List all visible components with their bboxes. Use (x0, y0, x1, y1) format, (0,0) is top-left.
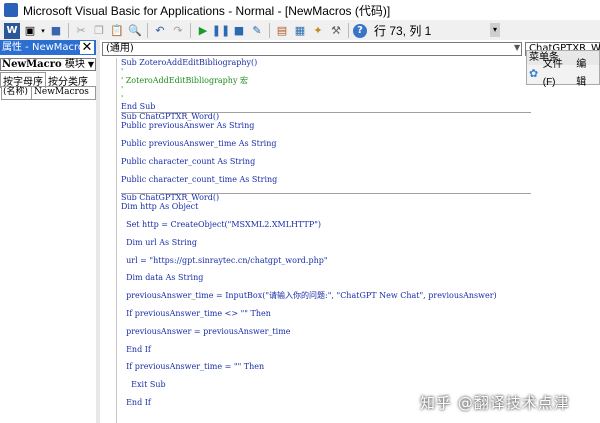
menu-item-file[interactable]: ✿ 文件(F) 编辑 (527, 59, 599, 88)
properties-tabs: 按字母序 按分类序 (0, 72, 96, 88)
code-line: ' (121, 93, 124, 103)
title-bar: Microsoft Visual Basic for Applications … (0, 0, 600, 20)
cut-icon[interactable]: ✂ (73, 23, 89, 39)
break-icon[interactable]: ❚❚ (212, 23, 230, 39)
undo-icon[interactable]: ↶ (152, 23, 168, 39)
object-combo[interactable]: (通用) (102, 42, 522, 56)
code-line: url = "https://gpt.sinraytec.cn/chatgpt_… (121, 255, 328, 265)
property-row[interactable]: (名称) NewMacros (1, 86, 96, 100)
code-line: Public character_count_time As String (121, 174, 278, 184)
insert-object-icon[interactable]: ▣ (22, 23, 38, 39)
find-icon[interactable]: 🔍 (127, 23, 143, 39)
code-line: Dim http As Object (121, 202, 199, 212)
code-line: Exit Sub (121, 380, 166, 390)
run-icon[interactable]: ▶ (195, 23, 211, 39)
paste-icon[interactable]: 📋 (109, 23, 125, 39)
toolbox-icon[interactable]: ⚒ (328, 23, 344, 39)
property-key: (名称) (2, 87, 32, 99)
window-title: Microsoft Visual Basic for Applications … (23, 3, 391, 18)
procedure-separator (121, 112, 531, 114)
margin-indicator-bar (116, 58, 117, 423)
procedure-separator (121, 193, 531, 195)
help-icon[interactable]: ? (353, 23, 367, 38)
code-line: Dim data As String (121, 273, 204, 283)
gear-icon: ✿ (529, 68, 539, 80)
dropdown-arrow-icon[interactable]: ▾ (40, 23, 46, 39)
design-mode-icon[interactable]: ✎ (249, 23, 265, 39)
project-explorer-icon[interactable]: ▤ (274, 23, 290, 39)
object-name: NewMacro (2, 59, 62, 70)
menu-item-label: 文件(F) (542, 59, 563, 88)
object-type: 模块 (64, 59, 85, 70)
toolbar-separator (348, 23, 349, 38)
redo-icon[interactable]: ↷ (170, 23, 186, 39)
code-line: If previousAnswer_time <> "" Then (121, 308, 271, 318)
code-line: Public character_count As String (121, 156, 256, 166)
reset-icon[interactable]: ■ (231, 23, 247, 39)
properties-window-icon[interactable]: ▦ (292, 23, 308, 39)
save-icon[interactable]: ■ (48, 23, 64, 39)
code-line: Public previousAnswer As String (121, 121, 255, 131)
toolbar-separator (269, 23, 270, 38)
object-browser-icon[interactable]: ✦ (310, 23, 326, 39)
standard-toolbar: W ▣ ▾ ■ ✂ ❐ 📋 🔍 ↶ ↷ ▶ ❚❚ ■ ✎ ▤ ▦ ✦ ⚒ ? 行… (0, 20, 600, 42)
code-line: previousAnswer = previousAnswer_time (121, 326, 291, 336)
code-line: End If (121, 344, 151, 354)
code-line: Set http = CreateObject("MSXML2.XMLHTTP"… (121, 220, 322, 230)
menu-item-label[interactable]: 编辑 (576, 56, 593, 92)
copy-icon[interactable]: ❐ (91, 23, 107, 39)
toolbar-overflow-icon[interactable]: ▾ (490, 23, 500, 37)
chevron-down-icon: ▼ (87, 60, 94, 69)
menu-bar-popup: 菜单条 ✿ 文件(F) 编辑 (526, 50, 600, 88)
toolbar-separator (147, 23, 148, 38)
property-value[interactable]: NewMacros (32, 87, 89, 99)
code-line: Sub ZoteroAddEditBibliography() (121, 58, 258, 67)
code-line: Dim url As String (121, 237, 198, 247)
code-line: ' (121, 84, 124, 94)
toolbar-separator (190, 23, 191, 38)
code-line: If previousAnswer_time = "" Then (121, 362, 265, 372)
toolbar-separator (68, 23, 69, 38)
chevron-down-icon[interactable]: ▼ (514, 43, 520, 52)
code-line: previousAnswer_time = InputBox("请输入你的问题:… (121, 291, 497, 301)
code-line: Public previousAnswer_time As String (121, 139, 277, 149)
close-icon[interactable]: ✕ (80, 41, 94, 54)
code-editor[interactable]: Sub ZoteroAddEditBibliography() ' ' Zotero… (121, 58, 531, 408)
properties-panel (0, 55, 97, 423)
watermark: 知乎 @翻译技术点津 (420, 394, 570, 412)
code-line: End Sub (121, 102, 156, 112)
word-view-icon[interactable]: W (4, 22, 20, 39)
code-line: ' ZoteroAddEditBibliography 宏 (121, 75, 249, 85)
cursor-position: 行 73, 列 1 (374, 24, 432, 38)
object-select[interactable]: NewMacro 模块 ▼ (0, 58, 96, 71)
vba-app-icon (4, 3, 18, 17)
